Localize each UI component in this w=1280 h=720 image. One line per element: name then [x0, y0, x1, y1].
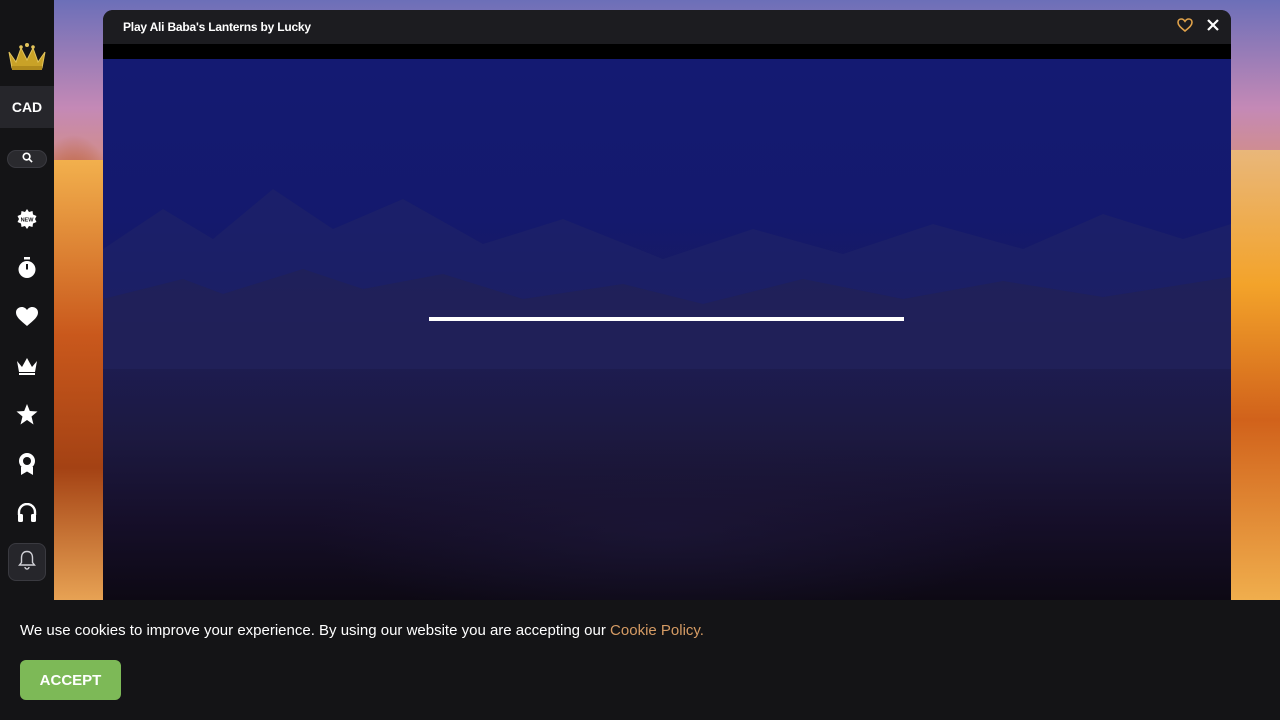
game-canvas[interactable]	[103, 59, 1231, 600]
svg-text:NEW: NEW	[21, 217, 35, 223]
loading-progress-bar	[429, 317, 904, 321]
crown-logo[interactable]	[7, 42, 47, 72]
notifications-button[interactable]	[8, 543, 46, 581]
heart-icon	[16, 306, 38, 332]
accept-cookies-button[interactable]: ACCEPT	[20, 660, 121, 700]
game-modal: Play Ali Baba's Lanterns by Lucky	[103, 10, 1231, 600]
currency-label: CAD	[11, 99, 43, 115]
cookie-banner	[0, 600, 1280, 720]
game-frame-top-strip	[103, 44, 1231, 59]
favorite-button[interactable]	[1177, 17, 1193, 37]
new-games-icon: NEW	[16, 208, 38, 235]
nav-support[interactable]	[9, 497, 45, 533]
search-icon	[21, 150, 33, 168]
currency-selector[interactable]: CAD	[0, 86, 54, 128]
crown-icon	[16, 357, 38, 380]
modal-title: Play Ali Baba's Lanterns by Lucky	[123, 20, 311, 34]
star-icon	[16, 404, 38, 430]
nav-new-games[interactable]: NEW	[9, 203, 45, 239]
nav-rewards[interactable]	[9, 448, 45, 484]
background-right-palace	[1230, 150, 1280, 600]
bell-icon	[18, 550, 36, 575]
headset-icon	[17, 502, 37, 528]
nav-vip[interactable]	[9, 350, 45, 386]
cookie-message: We use cookies to improve your experienc…	[20, 622, 704, 639]
search-button[interactable]	[7, 150, 47, 168]
award-icon	[17, 452, 37, 480]
city-silhouette	[103, 189, 1231, 369]
nav-timer[interactable]	[9, 252, 45, 288]
close-button[interactable]	[1207, 18, 1219, 36]
sidebar: CAD NEW	[0, 0, 54, 600]
cookie-text: We use cookies to improve your experienc…	[20, 622, 611, 639]
cookie-policy-link[interactable]: Cookie Policy.	[610, 622, 704, 639]
modal-header: Play Ali Baba's Lanterns by Lucky	[103, 10, 1231, 44]
nav-favorites[interactable]	[9, 301, 45, 337]
close-icon	[1207, 18, 1219, 35]
heart-outline-icon	[1177, 17, 1193, 36]
modal-actions	[1177, 17, 1219, 37]
nav-top-games[interactable]	[9, 399, 45, 435]
timer-icon	[17, 256, 37, 284]
